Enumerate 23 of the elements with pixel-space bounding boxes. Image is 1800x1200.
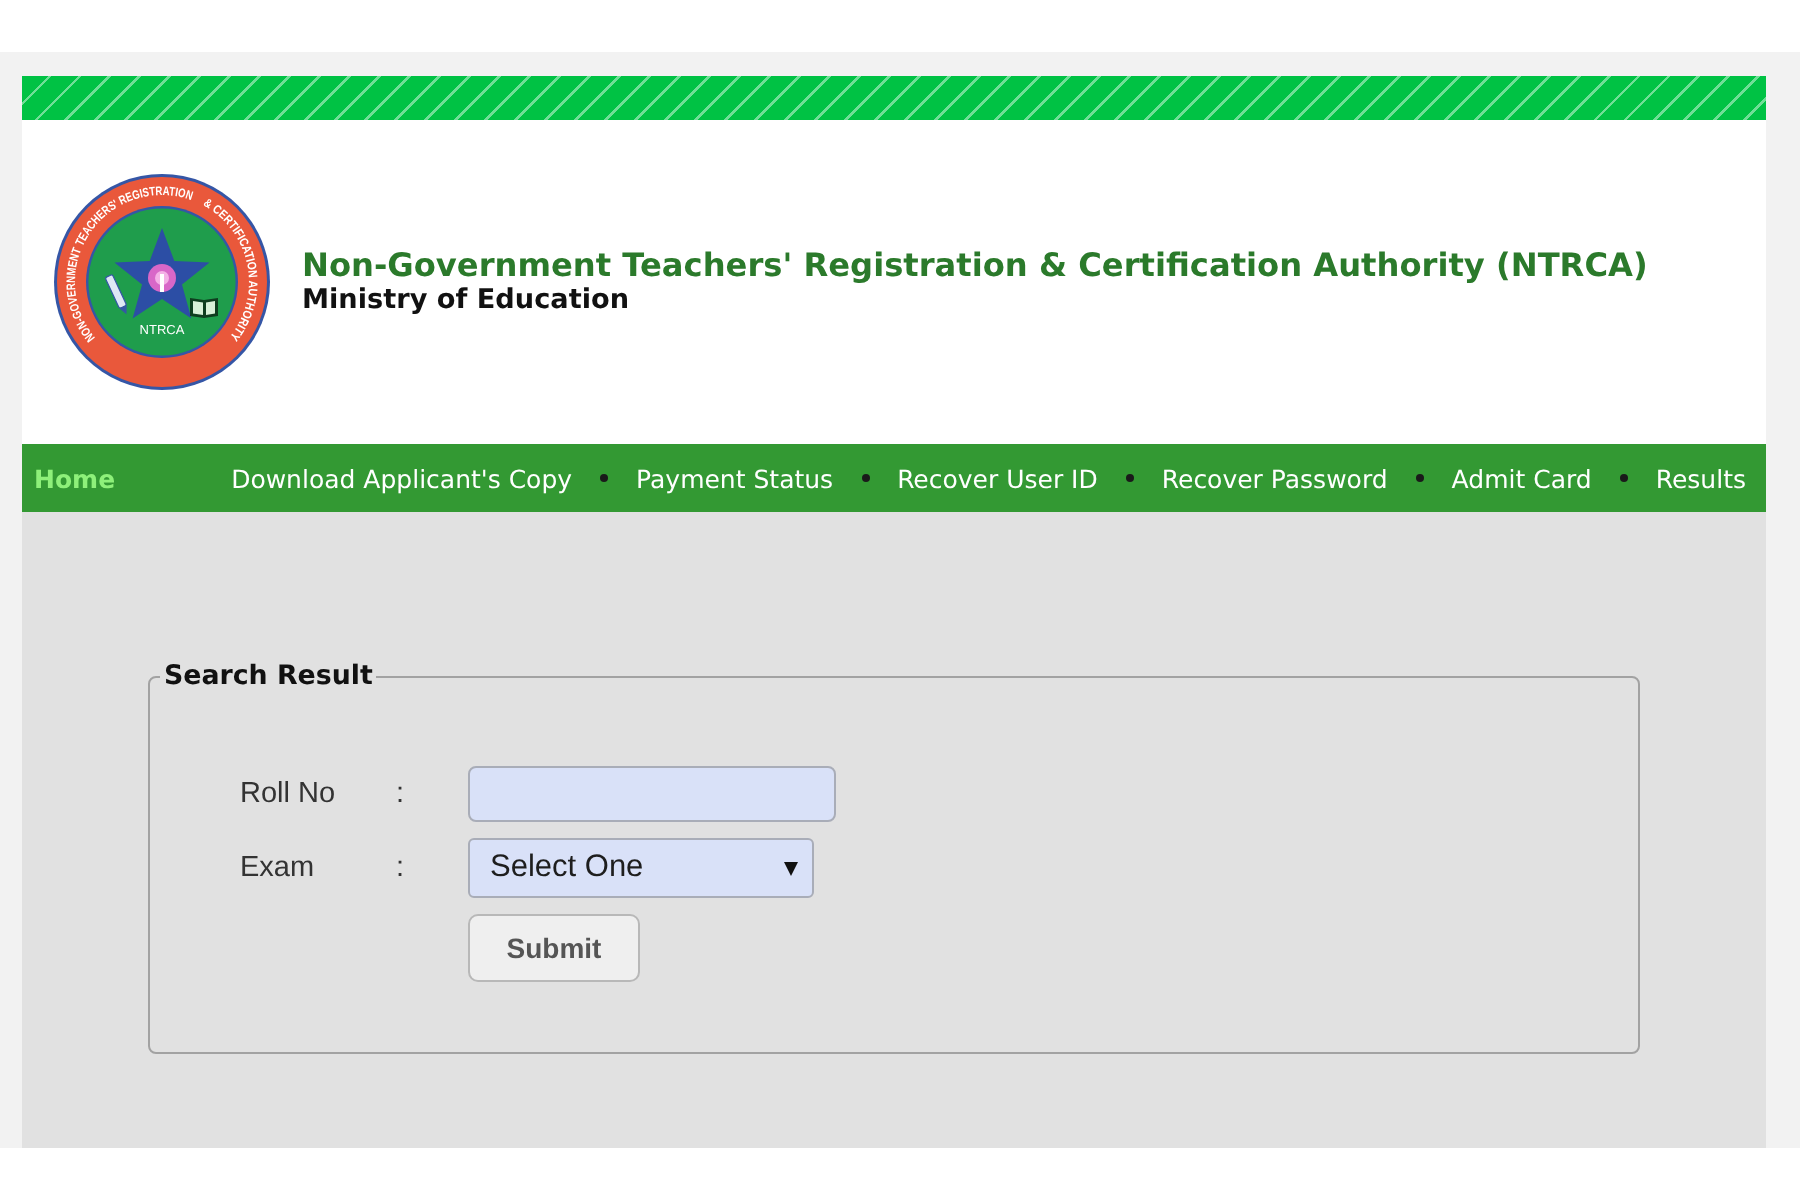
separator-dot-icon — [1619, 474, 1628, 482]
nav-link[interactable]: Results — [1655, 463, 1746, 493]
nav-link[interactable]: Payment Status — [636, 463, 834, 493]
nav-link[interactable]: Recover User ID — [897, 463, 1098, 493]
site-title: Non-Government Teachers' Registration & Certification Authority (NTRCA) — [302, 245, 1648, 283]
caret-icon — [784, 861, 798, 875]
nav-link[interactable]: Admit Card — [1451, 463, 1592, 493]
roll-no-field[interactable] — [468, 766, 836, 822]
separator-dot-icon — [1415, 474, 1424, 482]
site-subtitle: Ministry of Education — [302, 283, 631, 315]
field-label: Roll No — [240, 778, 336, 810]
colon-separator: : — [396, 852, 405, 884]
separator-dot-icon — [1125, 474, 1134, 482]
submit-button[interactable]: Submit — [468, 914, 640, 982]
exam-select[interactable]: Select One — [468, 838, 814, 898]
nav-link[interactable]: Recover Password — [1161, 463, 1388, 493]
colon-separator: : — [396, 778, 405, 810]
separator-dot-icon — [861, 474, 870, 482]
nav-link[interactable]: Home — [34, 463, 116, 493]
separator-dot-icon — [600, 474, 609, 482]
field-label: Exam — [240, 852, 315, 884]
nav-link[interactable]: Download Applicant's Copy — [231, 463, 573, 493]
panel-title: Search Result — [162, 662, 375, 692]
